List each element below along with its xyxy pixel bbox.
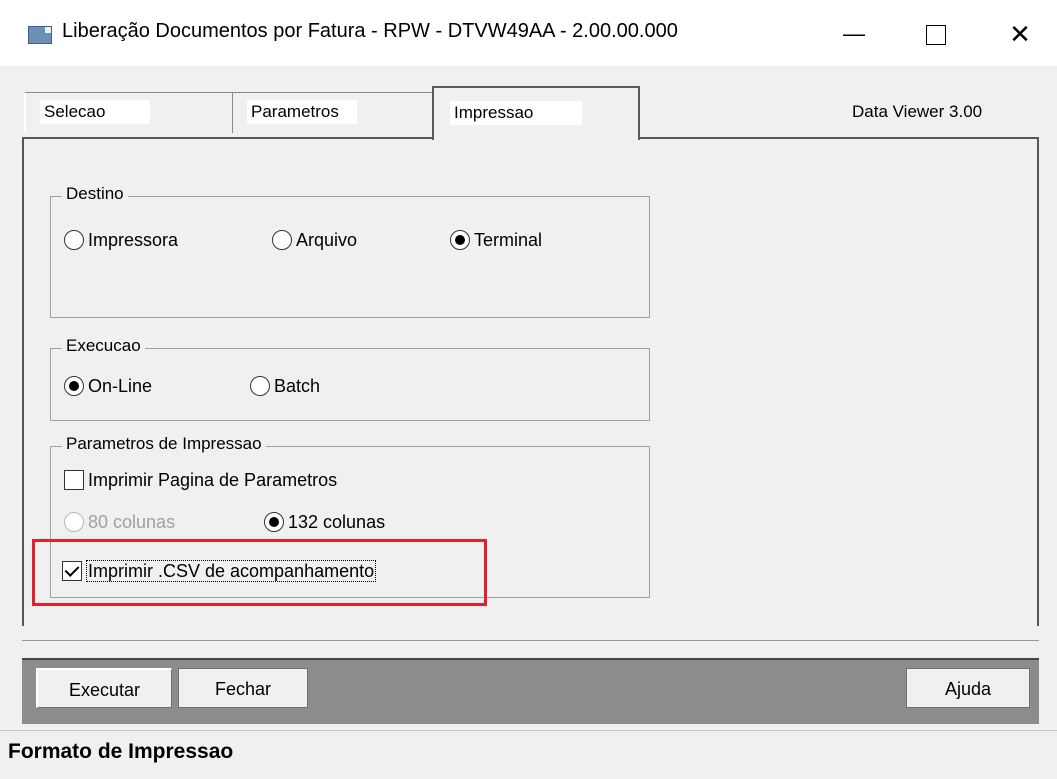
radio-label: 80 colunas bbox=[88, 512, 176, 532]
tab-label: Parametros bbox=[247, 100, 357, 124]
radio-terminal[interactable]: Terminal bbox=[450, 230, 542, 251]
app-window-icon bbox=[28, 26, 52, 44]
window-title: Liberação Documentos por Fatura - RPW - … bbox=[62, 20, 678, 42]
ajuda-button[interactable]: Ajuda bbox=[906, 668, 1030, 708]
radio-circle bbox=[64, 230, 84, 250]
tab-parametros[interactable]: Parametros bbox=[232, 92, 434, 133]
radio-label: Impressora bbox=[88, 230, 179, 250]
tab-label: Selecao bbox=[40, 100, 150, 124]
checkbox-imprimir-pagina[interactable]: Imprimir Pagina de Parametros bbox=[64, 470, 337, 491]
radio-circle bbox=[250, 376, 270, 396]
radio-circle bbox=[272, 230, 292, 250]
radio-circle-selected bbox=[264, 512, 284, 532]
radio-label: Terminal bbox=[474, 230, 543, 250]
fechar-button[interactable]: Fechar bbox=[178, 668, 308, 708]
execucao-legend: Execucao bbox=[62, 336, 145, 356]
radio-online[interactable]: On-Line bbox=[64, 376, 152, 397]
radio-circle-selected bbox=[64, 376, 84, 396]
tab-selecao[interactable]: Selecao bbox=[24, 92, 235, 133]
data-viewer-label: Data Viewer 3.00 bbox=[852, 102, 983, 121]
destino-group bbox=[50, 196, 650, 318]
radio-arquivo[interactable]: Arquivo bbox=[272, 230, 357, 251]
checkbox-box bbox=[64, 470, 84, 490]
close-button[interactable]: ✕ bbox=[998, 14, 1042, 54]
radio-impressora[interactable]: Impressora bbox=[64, 230, 178, 251]
status-text: Formato de Impressao bbox=[8, 740, 234, 763]
parametros-impressao-legend: Parametros de Impressao bbox=[62, 434, 266, 454]
radio-circle-selected bbox=[450, 230, 470, 250]
radio-label: Arquivo bbox=[296, 230, 358, 250]
executar-button[interactable]: Executar bbox=[36, 668, 172, 708]
radio-batch[interactable]: Batch bbox=[250, 376, 320, 397]
highlight-rectangle bbox=[32, 539, 487, 606]
radio-circle-disabled bbox=[64, 512, 84, 532]
radio-132-colunas[interactable]: 132 colunas bbox=[264, 512, 385, 533]
radio-label: Batch bbox=[274, 376, 321, 396]
radio-label: On-Line bbox=[88, 376, 153, 396]
tab-impressao[interactable]: Impressao bbox=[432, 86, 640, 140]
radio-80-colunas[interactable]: 80 colunas bbox=[64, 512, 175, 533]
destino-legend: Destino bbox=[62, 184, 128, 204]
checkbox-label: Imprimir Pagina de Parametros bbox=[88, 470, 338, 490]
maximize-button[interactable] bbox=[914, 14, 958, 54]
button-bar bbox=[22, 658, 1039, 724]
tab-label: Impressao bbox=[450, 101, 582, 125]
radio-label: 132 colunas bbox=[288, 512, 386, 532]
panel-bottom-edge bbox=[22, 626, 1039, 641]
maximize-icon bbox=[926, 25, 946, 46]
minimize-button[interactable]: — bbox=[832, 14, 876, 54]
